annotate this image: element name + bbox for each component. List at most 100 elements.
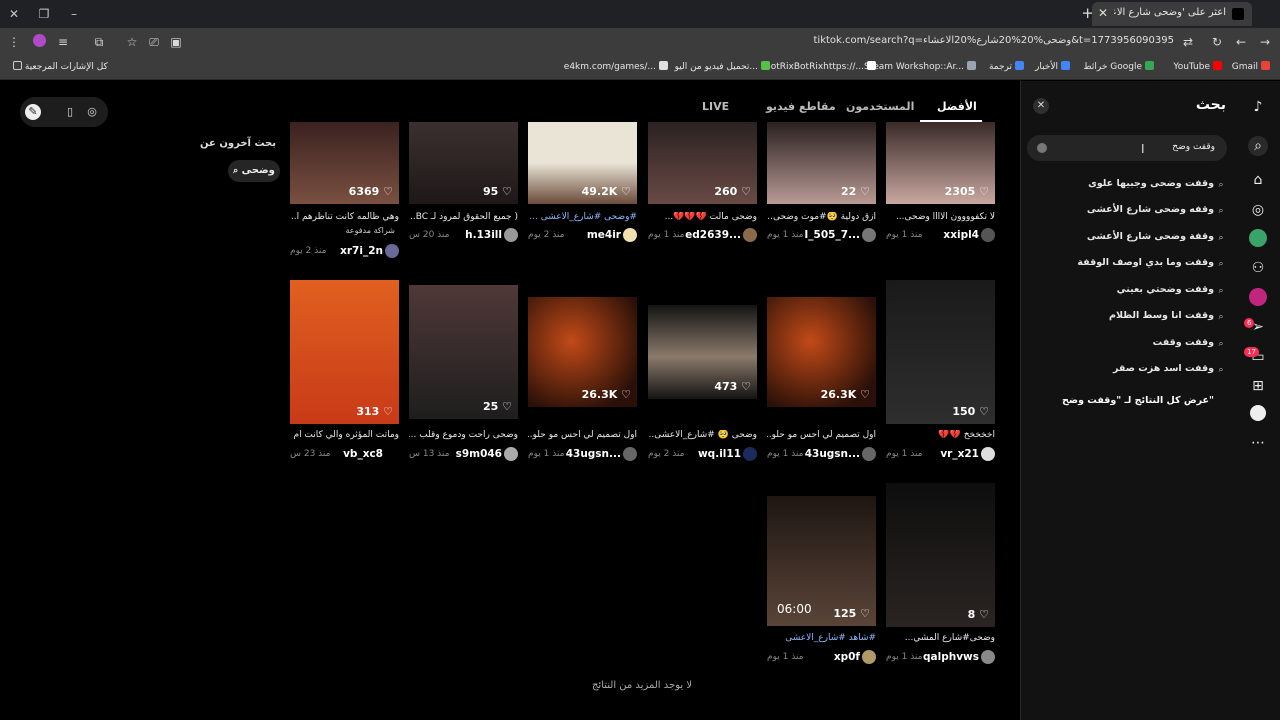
avatar[interactable] bbox=[862, 447, 876, 461]
bookmark-all-bookmarks[interactable]: كل الإشارات المرجعية bbox=[10, 61, 108, 72]
suggestion-item[interactable]: وقفة وضحى شارع الأعشى bbox=[1087, 231, 1214, 242]
suggestion-item[interactable]: وقفت وضحتي بعيني bbox=[1117, 284, 1214, 295]
author-name[interactable]: xr7i_2n bbox=[340, 245, 383, 257]
tab-top[interactable]: الأفضل bbox=[937, 100, 977, 113]
bookmark-youtube[interactable]: YouTube bbox=[1173, 61, 1222, 72]
bookmark-steam[interactable]: Steam Workshop::Ar... bbox=[864, 61, 976, 72]
avatar[interactable] bbox=[385, 244, 399, 258]
author-name[interactable]: xp0f bbox=[834, 651, 860, 663]
video-caption[interactable]: ازق دولية 🥺#موت وضحى... bbox=[767, 212, 876, 222]
author-name[interactable]: h.13ill bbox=[465, 229, 502, 241]
screenshot-icon[interactable]: ⎚ bbox=[146, 34, 162, 50]
profile-avatar-icon[interactable] bbox=[31, 34, 47, 50]
bookmark-video-download[interactable]: تحميل فيديو من اليو... bbox=[675, 61, 770, 72]
search-input[interactable]: وقفت وضح Ⅰ bbox=[1027, 135, 1227, 161]
video-thumbnail[interactable]: 6369 ♡ bbox=[290, 122, 399, 204]
search-icon[interactable]: ⌕ bbox=[1248, 136, 1268, 156]
video-thumbnail[interactable]: 95 ♡ bbox=[409, 122, 518, 204]
video-caption[interactable]: وضحى مالت 💔💔💔... bbox=[648, 212, 757, 222]
profile-avatar-icon[interactable] bbox=[1248, 405, 1268, 425]
avatar[interactable] bbox=[623, 447, 637, 461]
tab-live[interactable]: LIVE bbox=[702, 100, 729, 113]
suggestion-item[interactable]: وقفت وضحى وجبيها علوى bbox=[1088, 178, 1214, 189]
avatar[interactable] bbox=[623, 228, 637, 242]
tiktok-logo-icon[interactable]: ♪ bbox=[1248, 97, 1268, 117]
video-caption[interactable]: لا تكفوووون الاااا وضحى... bbox=[886, 212, 995, 222]
bookmark-news[interactable]: الأخبار bbox=[1035, 61, 1070, 72]
bookmark-gmail[interactable]: Gmail bbox=[1232, 61, 1270, 72]
tab-users[interactable]: المستخدمون bbox=[846, 100, 914, 113]
video-caption[interactable]: #وضحى #شارع_الاعشى ... bbox=[528, 212, 637, 222]
tab-videos[interactable]: مقاطع فيديو bbox=[766, 100, 836, 113]
gauge-icon[interactable]: ◎ bbox=[84, 104, 100, 120]
suggestion-item[interactable]: وقفت وقفت bbox=[1153, 337, 1214, 348]
author-name[interactable]: xxipl4 bbox=[943, 229, 979, 241]
home-icon[interactable]: ⌂ bbox=[1248, 170, 1268, 190]
reload-icon[interactable]: ↻ bbox=[1209, 34, 1225, 50]
avatar[interactable] bbox=[862, 650, 876, 664]
video-caption[interactable]: وضحى#شارع المشي... bbox=[886, 633, 995, 643]
author-name[interactable]: 43ugsn... bbox=[805, 448, 860, 460]
author-name[interactable]: ed2639... bbox=[685, 229, 741, 241]
video-thumbnail[interactable]: 2305 ♡ bbox=[886, 122, 995, 204]
maximize-window-icon[interactable]: ❐ bbox=[34, 4, 54, 24]
site-settings-icon[interactable]: ⇄ bbox=[1180, 34, 1196, 50]
suggestion-item[interactable]: وقفه وضحى شارع الأعشى bbox=[1087, 204, 1214, 215]
video-thumbnail[interactable]: 25 ♡ bbox=[409, 285, 518, 419]
avatar[interactable] bbox=[981, 447, 995, 461]
video-caption[interactable]: اخخخخخ 💔💔 bbox=[886, 430, 995, 440]
author-name[interactable]: wq.il11 bbox=[698, 448, 741, 460]
author-name[interactable]: 43ugsn... bbox=[566, 448, 621, 460]
video-thumbnail[interactable]: 260 ♡ bbox=[648, 122, 757, 204]
video-thumbnail[interactable]: 26.3K ♡ bbox=[767, 297, 876, 407]
author-name[interactable]: I_505_7... bbox=[804, 229, 860, 241]
author-name[interactable]: me4ir bbox=[587, 229, 621, 241]
explore-icon[interactable]: ◎ bbox=[1248, 200, 1268, 220]
friends-icon[interactable]: ⚇ bbox=[1248, 258, 1268, 278]
others-searched-chip[interactable]: ⌕ وضحى bbox=[228, 160, 280, 182]
author-name[interactable]: vb_xc8 bbox=[343, 448, 383, 460]
video-caption[interactable]: وضحى 🥺 #شارع_الاعشى... bbox=[648, 430, 757, 440]
avatar[interactable] bbox=[385, 447, 399, 461]
more-icon[interactable]: ⋯ bbox=[1248, 433, 1268, 453]
menu-kebab-icon[interactable]: ⋮ bbox=[6, 34, 22, 50]
author-name[interactable]: s9m046 bbox=[456, 448, 502, 460]
video-thumbnail[interactable]: 22 ♡ bbox=[767, 122, 876, 204]
feather-icon[interactable]: ✎ bbox=[25, 104, 41, 120]
video-thumbnail[interactable]: 8 ♡ bbox=[886, 483, 995, 627]
video-caption[interactable]: وهي ظالمه كانت تناظرهم ا... bbox=[290, 212, 399, 222]
mobile-icon[interactable]: ▯ bbox=[62, 104, 78, 120]
see-all-results[interactable]: عرض كل النتائج لـ "وقفت وضح" bbox=[1062, 395, 1214, 406]
browser-tab[interactable]: اعثر على 'وضحى شارع الاعشاء' ... ✕ bbox=[1092, 2, 1252, 26]
bookmark-translate[interactable]: ترجمة bbox=[989, 61, 1024, 72]
following-avatar-icon[interactable] bbox=[1248, 229, 1268, 249]
avatar[interactable] bbox=[504, 447, 518, 461]
video-caption[interactable]: وضحى راحت ودموع وقلب ... bbox=[409, 430, 518, 440]
address-bar[interactable]: tiktok.com/search?q=وضحى%20%20شارع%20الا… bbox=[200, 31, 1202, 53]
avatar[interactable] bbox=[743, 447, 757, 461]
extensions-icon[interactable]: ⧉ bbox=[91, 34, 107, 50]
avatar[interactable] bbox=[862, 228, 876, 242]
avatar[interactable] bbox=[981, 650, 995, 664]
upload-icon[interactable]: ⊞ bbox=[1248, 376, 1268, 396]
reading-list-icon[interactable]: ≡ bbox=[55, 34, 71, 50]
author-name[interactable]: vr_x21 bbox=[940, 448, 979, 460]
minimize-window-icon[interactable]: – bbox=[64, 4, 84, 24]
close-icon[interactable]: ✕ bbox=[1033, 98, 1049, 114]
avatar[interactable] bbox=[743, 228, 757, 242]
avatar[interactable] bbox=[981, 228, 995, 242]
back-icon[interactable]: → bbox=[1257, 34, 1273, 50]
suggestion-item[interactable]: وقفت وما بدي اوصف الوقفة bbox=[1077, 257, 1214, 268]
forward-icon[interactable]: ← bbox=[1233, 34, 1249, 50]
video-thumbnail[interactable]: 49.2K ♡ bbox=[528, 122, 637, 204]
video-caption[interactable]: اول تصميم لي احس مو حلو... bbox=[767, 430, 876, 440]
video-thumbnail[interactable]: 473 ♡ bbox=[648, 305, 757, 399]
video-caption[interactable]: #شاهد #شارع_الاعشى bbox=[767, 633, 876, 643]
bookmark-e4km[interactable]: e4km.com/games/... bbox=[564, 61, 668, 72]
video-thumbnail[interactable]: 150 ♡ bbox=[886, 280, 995, 424]
close-window-icon[interactable]: ✕ bbox=[4, 4, 24, 24]
bookmark-botrix[interactable]: BotRixBotRixhttps://... bbox=[765, 61, 876, 72]
video-caption[interactable]: ( جميع الحقوق لمرود لـ BC... bbox=[409, 212, 518, 222]
bookmark-google-maps[interactable]: خرائط Google bbox=[1083, 61, 1154, 72]
video-thumbnail[interactable]: 313 ♡ bbox=[290, 280, 399, 424]
